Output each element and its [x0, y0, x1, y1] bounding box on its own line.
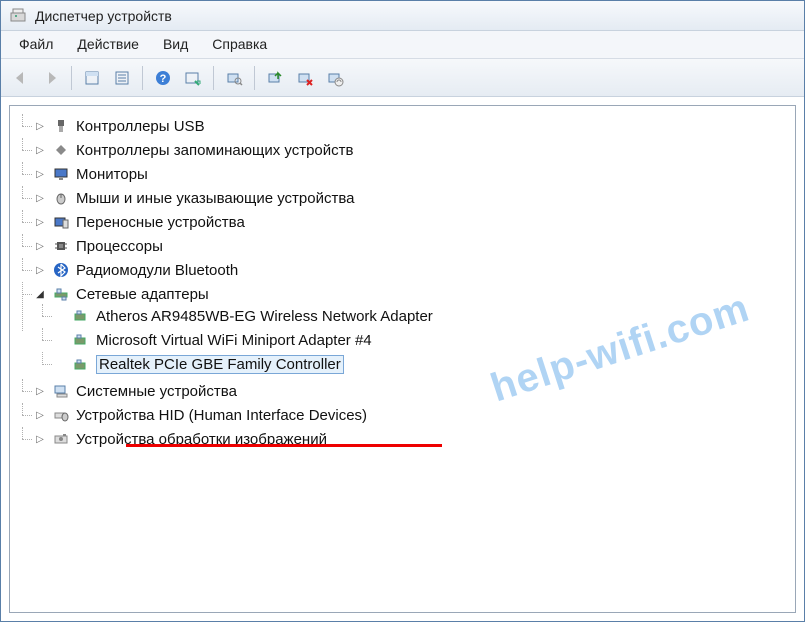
- separator: [142, 66, 143, 90]
- separator: [213, 66, 214, 90]
- app-icon: [9, 7, 27, 25]
- spacer: [54, 310, 66, 322]
- titlebar: Диспетчер устройств: [1, 1, 804, 31]
- tree-node-usb[interactable]: ▷ Контроллеры USB: [34, 116, 791, 136]
- tree-node-realtek[interactable]: Realtek PCIe GBE Family Controller: [54, 354, 791, 375]
- expander-icon[interactable]: ▷: [34, 216, 46, 228]
- menu-action[interactable]: Действие: [65, 31, 151, 58]
- tree-node-mice[interactable]: ▷ Мыши и иные указывающие устройства: [34, 188, 791, 208]
- expander-icon[interactable]: ▷: [34, 264, 46, 276]
- expander-icon[interactable]: ▷: [34, 168, 46, 180]
- expander-icon[interactable]: ▷: [34, 240, 46, 252]
- mouse-icon: [52, 189, 70, 207]
- bluetooth-icon: [52, 261, 70, 279]
- device-tree: ▷ Контроллеры USB ▷: [14, 114, 791, 451]
- node-label: Устройства HID (Human Interface Devices): [76, 407, 367, 424]
- monitor-icon: [52, 165, 70, 183]
- tree-node-cpu[interactable]: ▷ Процессоры: [34, 236, 791, 256]
- tree-node-system[interactable]: ▷ Системные устройства: [34, 381, 791, 401]
- tree-node-network[interactable]: ◢ Сетевые адаптеры: [34, 284, 791, 304]
- menu-file[interactable]: Файл: [7, 31, 65, 58]
- menu-help[interactable]: Справка: [200, 31, 279, 58]
- node-label: Радиомодули Bluetooth: [76, 262, 238, 279]
- storage-icon: [52, 141, 70, 159]
- network-icon: [52, 285, 70, 303]
- node-label: Microsoft Virtual WiFi Miniport Adapter …: [96, 332, 372, 349]
- spacer: [54, 359, 66, 371]
- network-adapter-icon: [72, 356, 90, 374]
- menu-view[interactable]: Вид: [151, 31, 200, 58]
- expander-icon[interactable]: ▷: [34, 433, 46, 445]
- node-label: Системные устройства: [76, 383, 237, 400]
- node-label: Сетевые адаптеры: [76, 286, 209, 303]
- expander-icon[interactable]: ▷: [34, 120, 46, 132]
- imaging-icon: [52, 430, 70, 448]
- network-adapter-icon: [72, 307, 90, 325]
- toolbar: ?: [1, 59, 804, 97]
- portable-icon: [52, 213, 70, 231]
- content-area: help-wifi.com ▷ Контроллеры USB: [1, 97, 804, 621]
- update-driver-button[interactable]: [261, 64, 289, 92]
- tree-node-portable[interactable]: ▷ Переносные устройства: [34, 212, 791, 232]
- expander-icon[interactable]: ▷: [34, 385, 46, 397]
- expander-collapse-icon[interactable]: ◢: [34, 288, 46, 300]
- highlight-underline: [126, 444, 442, 447]
- hid-icon: [52, 406, 70, 424]
- tree-node-monitors[interactable]: ▷ Мониторы: [34, 164, 791, 184]
- system-icon: [52, 382, 70, 400]
- node-label-selected: Realtek PCIe GBE Family Controller: [96, 355, 344, 374]
- tree-node-msvirtual[interactable]: Microsoft Virtual WiFi Miniport Adapter …: [54, 330, 791, 350]
- expander-icon[interactable]: ▷: [34, 144, 46, 156]
- node-label: Переносные устройства: [76, 214, 245, 231]
- separator: [71, 66, 72, 90]
- tree-node-bluetooth[interactable]: ▷ Радиомодули Bluetooth: [34, 260, 791, 280]
- action-button[interactable]: [179, 64, 207, 92]
- separator: [254, 66, 255, 90]
- network-adapter-icon: [72, 331, 90, 349]
- expander-icon[interactable]: ▷: [34, 409, 46, 421]
- usb-icon: [52, 117, 70, 135]
- node-label: Мыши и иные указывающие устройства: [76, 190, 354, 207]
- properties-button[interactable]: [108, 64, 136, 92]
- forward-button[interactable]: [37, 64, 65, 92]
- expander-icon[interactable]: ▷: [34, 192, 46, 204]
- device-manager-window: Диспетчер устройств Файл Действие Вид Сп…: [0, 0, 805, 622]
- back-button[interactable]: [7, 64, 35, 92]
- svg-text:?: ?: [160, 73, 167, 85]
- node-label: Контроллеры запоминающих устройств: [76, 142, 353, 159]
- uninstall-button[interactable]: [291, 64, 319, 92]
- scan-hardware-button[interactable]: [220, 64, 248, 92]
- menubar: Файл Действие Вид Справка: [1, 31, 804, 59]
- node-label: Atheros AR9485WB-EG Wireless Network Ada…: [96, 308, 433, 325]
- show-hidden-button[interactable]: [78, 64, 106, 92]
- node-label: Мониторы: [76, 166, 148, 183]
- cpu-icon: [52, 237, 70, 255]
- tree-pane[interactable]: help-wifi.com ▷ Контроллеры USB: [9, 105, 796, 613]
- node-label: Процессоры: [76, 238, 163, 255]
- tree-node-atheros[interactable]: Atheros AR9485WB-EG Wireless Network Ada…: [54, 306, 791, 326]
- window-title: Диспетчер устройств: [35, 8, 172, 24]
- disable-button[interactable]: [321, 64, 349, 92]
- tree-node-hid[interactable]: ▷ Устройства HID (Human Interface Device…: [34, 405, 791, 425]
- tree-node-storage[interactable]: ▷ Контроллеры запоминающих устройств: [34, 140, 791, 160]
- node-label: Контроллеры USB: [76, 118, 205, 135]
- help-button[interactable]: ?: [149, 64, 177, 92]
- spacer: [54, 334, 66, 346]
